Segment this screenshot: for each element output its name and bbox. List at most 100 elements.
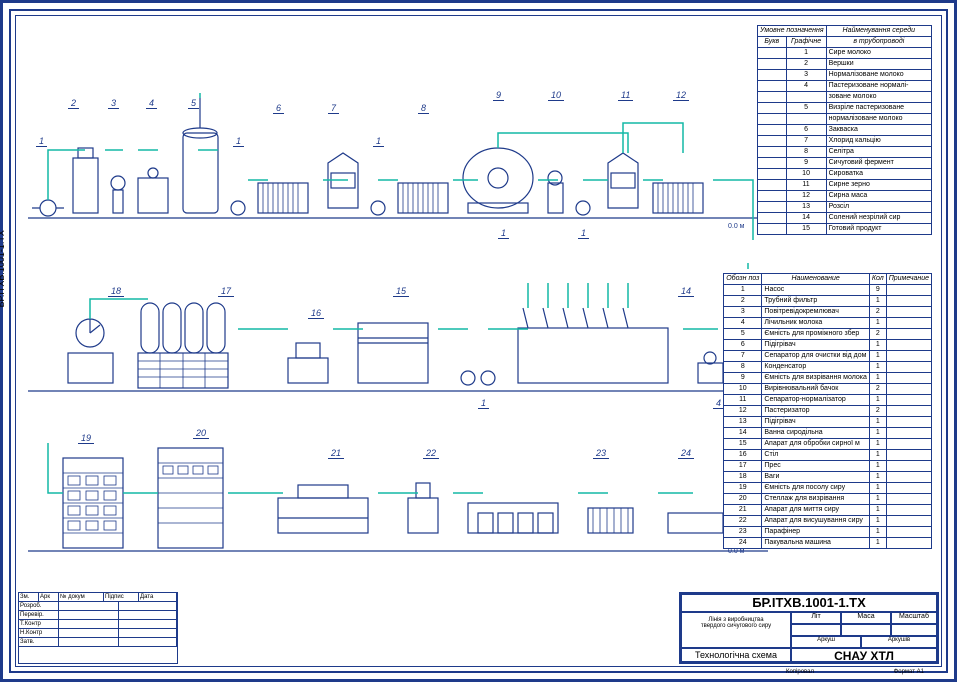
equipment-table: Обозн позНаименованиеКолПримечание 1Насо…: [723, 273, 932, 549]
equip-name: Ваги: [762, 472, 869, 483]
callout: 16: [308, 308, 324, 319]
rev-cell: Розроб.: [19, 602, 59, 611]
equip-qty: 1: [869, 450, 886, 461]
equip-name: Ємність для посолу сиру: [762, 483, 869, 494]
equip-note: [886, 307, 931, 318]
tb-lit: Літ: [791, 612, 841, 624]
equip-num: 11: [724, 395, 762, 406]
callout: 8: [418, 103, 429, 114]
rev-cell: № докум: [59, 593, 104, 602]
callout: 1: [478, 398, 489, 409]
legend-hdr: Умовне позначення: [758, 26, 827, 37]
legend-letter: [758, 202, 787, 213]
callout: 4: [146, 98, 157, 109]
legend-name: Визріле пастеризоване: [826, 103, 931, 114]
legend-hdr: Букв: [758, 37, 787, 48]
legend-letter: [758, 169, 787, 180]
equip-num: 8: [724, 362, 762, 373]
equip-qty: 1: [869, 351, 886, 362]
equip-name: Апарат для висушування сиру: [762, 516, 869, 527]
equip-num: 13: [724, 417, 762, 428]
equip-num: 1: [724, 285, 762, 296]
equip-note: [886, 406, 931, 417]
legend-num: 10: [786, 169, 826, 180]
legend-letter: [758, 48, 787, 59]
equip-qty: 1: [869, 538, 886, 549]
callout: 24: [678, 448, 694, 459]
equip-qty: 1: [869, 296, 886, 307]
legend-name: Готовий продукт: [826, 224, 931, 235]
equip-note: [886, 538, 931, 549]
equip-num: 23: [724, 527, 762, 538]
rev-cell: Н.Контр: [19, 629, 59, 638]
equip-num: 5: [724, 329, 762, 340]
legend-name: Солений незрілий сир: [826, 213, 931, 224]
equip-note: [886, 373, 931, 384]
callout: 3: [108, 98, 119, 109]
equip-num: 16: [724, 450, 762, 461]
equip-name: Прес: [762, 461, 869, 472]
equip-name: Сепаратор для очистки від дом: [762, 351, 869, 362]
equip-name: Лічильник молока: [762, 318, 869, 329]
legend-num: 1: [786, 48, 826, 59]
title-block: БР.ІТХВ.1001-1.ТХ Лінія з виробництватве…: [679, 592, 939, 664]
equip-num: 21: [724, 505, 762, 516]
equip-note: [886, 340, 931, 351]
drawing-page: БР.ІТХВ.1001-1.ТХ: [0, 0, 957, 682]
equip-note: [886, 351, 931, 362]
equip-num: 19: [724, 483, 762, 494]
legend-num: 13: [786, 202, 826, 213]
equip-note: [886, 395, 931, 406]
legend-num: [786, 92, 826, 103]
equip-num: 18: [724, 472, 762, 483]
equip-num: 7: [724, 351, 762, 362]
tb-sheets: Аркушів: [861, 636, 937, 648]
equip-name: Підігрівач: [762, 417, 869, 428]
drawing-type: Технологічна схема: [681, 648, 791, 662]
equip-num: 3: [724, 307, 762, 318]
equip-note: [886, 384, 931, 395]
equip-qty: 1: [869, 428, 886, 439]
legend-num: 14: [786, 213, 826, 224]
legend-letter: [758, 70, 787, 81]
callout: 1: [578, 228, 589, 239]
rev-cell: Підпис: [104, 593, 139, 602]
equip-note: [886, 296, 931, 307]
equip-name: Трубний фильтр: [762, 296, 869, 307]
legend-num: 3: [786, 70, 826, 81]
equip-qty: 2: [869, 384, 886, 395]
floor-level: 0.0 м: [728, 223, 745, 230]
equip-note: [886, 285, 931, 296]
rev-cell: Зм.: [19, 593, 39, 602]
legend-num: 9: [786, 158, 826, 169]
equip-qty: 2: [869, 406, 886, 417]
legend-name: Хлорид кальцію: [826, 136, 931, 147]
callout: 6: [273, 103, 284, 114]
equip-name: Насос: [762, 285, 869, 296]
tb-copied: Копіровал: [786, 669, 814, 675]
legend-letter: [758, 136, 787, 147]
callout: 14: [678, 286, 694, 297]
equip-qty: 1: [869, 318, 886, 329]
legend-letter: [758, 125, 787, 136]
tb-scale: Масштаб: [891, 612, 937, 624]
callout: 1: [373, 136, 384, 147]
legend-hdr: в трубопроводі: [826, 37, 931, 48]
legend-letter: [758, 81, 787, 92]
pipe-legend-table: Умовне позначенняНайменування середи Бук…: [757, 25, 932, 235]
equip-num: 17: [724, 461, 762, 472]
equip-hdr: Обозн поз: [724, 274, 762, 285]
equip-qty: 1: [869, 373, 886, 384]
drawing-desc: Лінія з виробництватвердого сичугового с…: [681, 612, 791, 648]
equip-name: Ємність для визрівання молока: [762, 373, 869, 384]
legend-letter: [758, 180, 787, 191]
process-row-3: [28, 423, 788, 573]
legend-name: Пастеризоване нормалі-: [826, 81, 931, 92]
callout: 22: [423, 448, 439, 459]
equip-name: Парафінер: [762, 527, 869, 538]
legend-num: 7: [786, 136, 826, 147]
equip-name: Конденсатор: [762, 362, 869, 373]
equip-qty: 1: [869, 494, 886, 505]
legend-num: 8: [786, 147, 826, 158]
legend-letter: [758, 103, 787, 114]
